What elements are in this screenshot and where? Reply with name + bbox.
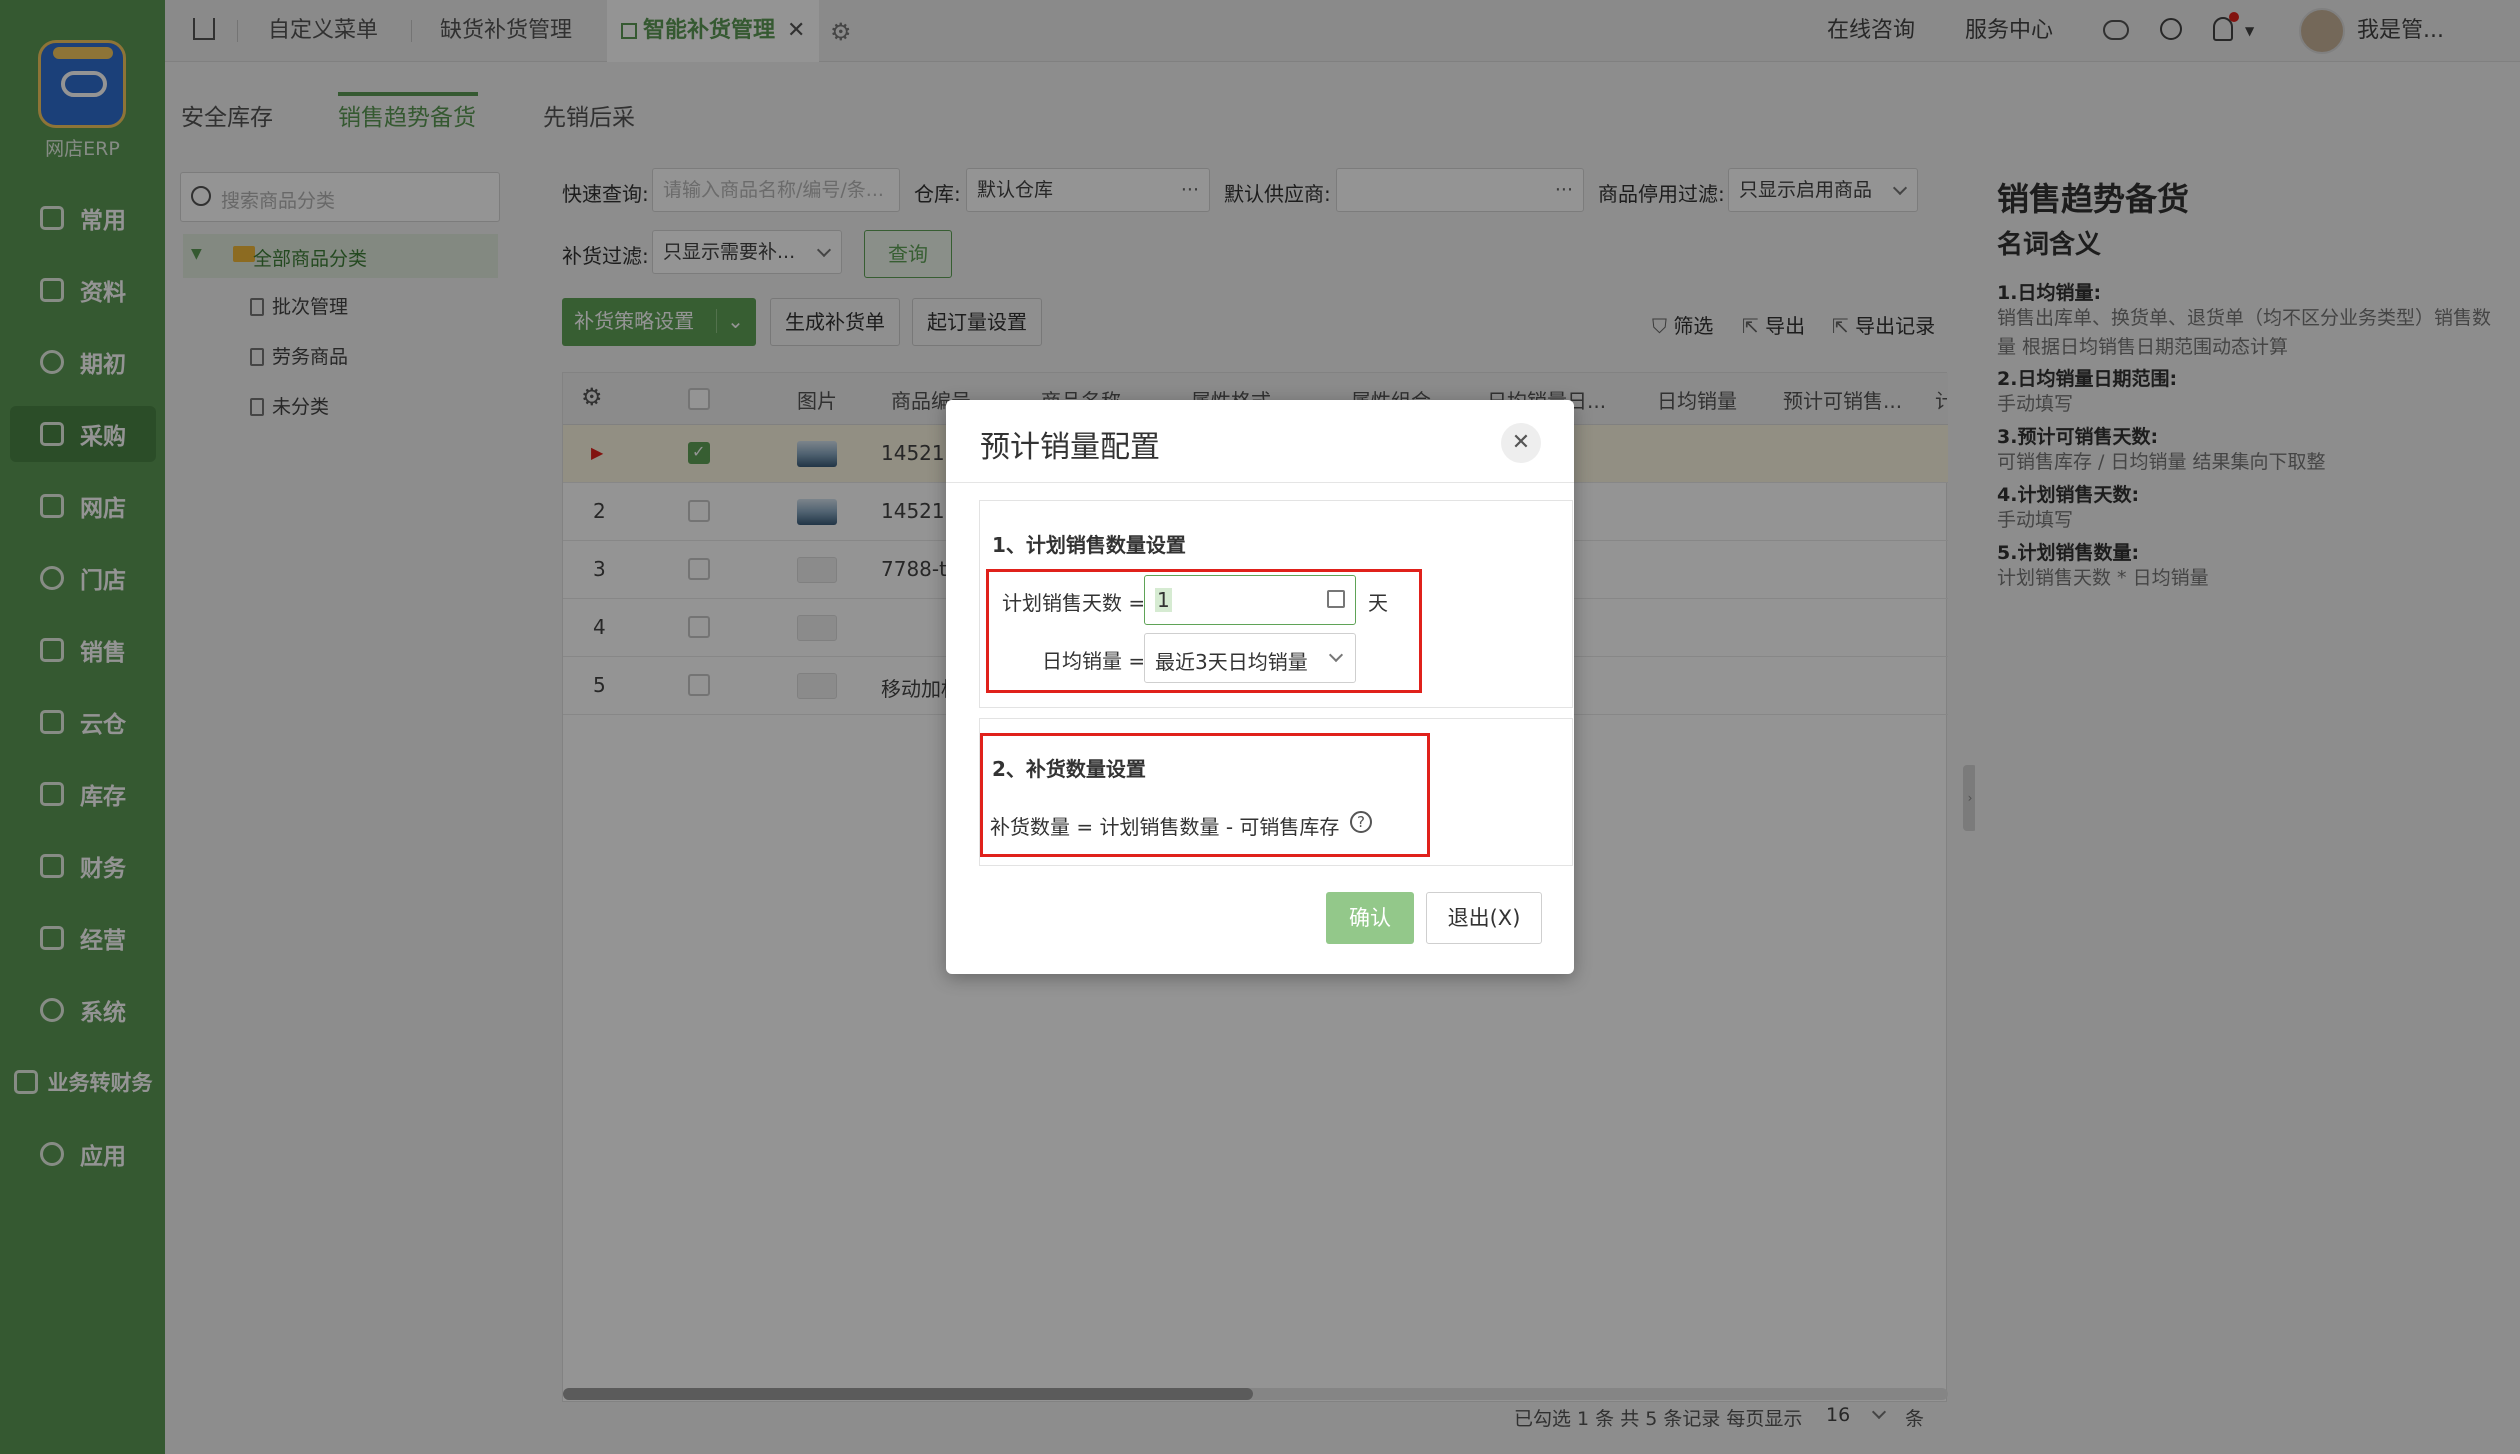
- exit-button[interactable]: 退出(X): [1426, 892, 1542, 944]
- avg-sales-select[interactable]: 最近3天日均销量: [1144, 633, 1356, 683]
- chevron-down-icon: [1328, 647, 1344, 663]
- help-question-icon[interactable]: ?: [1350, 811, 1372, 833]
- calendar-icon[interactable]: [1327, 590, 1345, 608]
- replenish-qty-section: 2、补货数量设置 补货数量 = 计划销售数量 - 可销售库存 ?: [979, 718, 1573, 866]
- section-title: 1、计划销售数量设置: [992, 533, 1186, 557]
- confirm-button[interactable]: 确认: [1326, 892, 1414, 944]
- close-icon[interactable]: ✕: [1501, 423, 1541, 463]
- plan-days-input[interactable]: 1: [1144, 575, 1356, 625]
- avg-sales-value: 最近3天日均销量: [1155, 650, 1308, 674]
- replenish-formula: 补货数量 = 计划销售数量 - 可销售库存: [990, 815, 1340, 839]
- plan-days-label: 计划销售天数 =: [1002, 591, 1146, 615]
- dialog-divider: [946, 482, 1574, 483]
- plan-days-unit: 天: [1368, 591, 1388, 615]
- plan-sales-section: 1、计划销售数量设置 计划销售天数 = 1 天 日均销量 = 最近3天日均销量: [979, 500, 1573, 708]
- avg-sales-label: 日均销量 =: [1042, 649, 1146, 673]
- forecast-config-dialog: 预计销量配置 ✕ 1、计划销售数量设置 计划销售天数 = 1 天 日均销量 = …: [946, 400, 1574, 974]
- plan-days-value: 1: [1155, 588, 1172, 612]
- dialog-title: 预计销量配置: [980, 430, 1160, 465]
- section-title: 2、补货数量设置: [992, 757, 1146, 781]
